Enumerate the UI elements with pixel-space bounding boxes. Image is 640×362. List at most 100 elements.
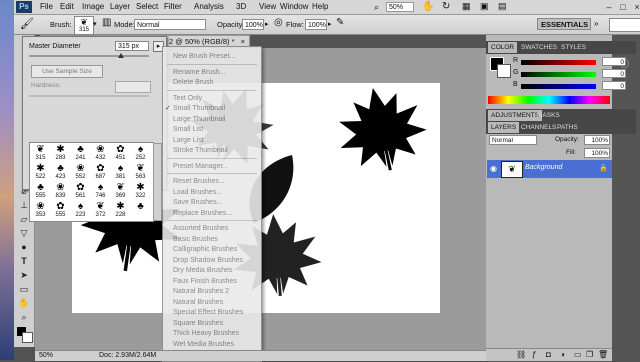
menu-item-natural-brushes-2[interactable]: Natural Brushes 2 (173, 286, 229, 297)
tab-layers[interactable]: LAYERS (488, 122, 520, 133)
zoom-tool-icon[interactable]: ⌕ (374, 2, 379, 13)
brush-preset-thumbnail[interactable]: ✱ 322 (132, 182, 149, 201)
eye-icon[interactable]: ◉ (490, 164, 497, 173)
menu-item-wet-media-brushes[interactable]: Wet Media Brushes (173, 339, 234, 350)
menu-item-rename-brush[interactable]: Rename Brush... (173, 67, 226, 78)
master-diameter-field[interactable]: 315 px (115, 41, 149, 51)
layer-style-icon[interactable]: ƒ (532, 350, 536, 359)
brush-preset-thumbnail[interactable]: ♣ (132, 201, 149, 220)
chevron-right-icon[interactable]: ▸ (328, 20, 332, 28)
link-layers-icon[interactable]: ⛓ (516, 350, 526, 359)
brush-preset-thumbnail[interactable]: ❦ 315 (32, 144, 49, 163)
menu-item-natural-brushes[interactable]: Natural Brushes (173, 297, 223, 308)
workspace-switcher[interactable]: ESSENTIALS (537, 18, 591, 30)
menu-item-small-list[interactable]: Small List (173, 124, 203, 135)
menu-item-thick-heavy-brushes[interactable]: Thick Heavy Brushes (173, 328, 239, 339)
hand-tool-icon[interactable]: ✋ (17, 297, 31, 309)
brush-tool-icon[interactable]: 🖌 (20, 17, 34, 30)
arrange-documents-icon[interactable]: ▦ (462, 1, 471, 12)
menu-item-load-brushes[interactable]: Load Brushes... (173, 187, 222, 198)
layer-row[interactable]: ◉ ❦ Background 🔒 (487, 160, 612, 178)
airbrush-icon[interactable]: ✎ (336, 17, 344, 28)
brush-preset-thumbnail[interactable]: ♣ 241 (72, 144, 89, 163)
zoom-tool-icon[interactable]: ⌕ (17, 311, 31, 323)
brush-preset-thumbnail[interactable]: ❦ 369 (112, 182, 129, 201)
green-slider[interactable] (521, 72, 596, 77)
close-tab-icon[interactable]: × (241, 37, 245, 46)
menu-item-faux-finish-brushes[interactable]: Faux Finish Brushes (173, 276, 237, 287)
menu-edit[interactable]: Edit (60, 0, 74, 14)
tab-color[interactable]: COLOR (488, 42, 518, 53)
chevron-right-icon[interactable]: ▸ (265, 20, 269, 28)
menu-item-square-brushes[interactable]: Square Brushes (173, 318, 223, 329)
brush-grid-scrollbar[interactable] (153, 143, 162, 221)
menu-3d[interactable]: 3D (236, 0, 246, 14)
blue-slider[interactable] (521, 84, 596, 89)
brush-preset-thumbnail[interactable]: ❀ 552 (72, 163, 89, 182)
menu-layer[interactable]: Layer (110, 0, 130, 14)
chevron-down-icon[interactable]: ▾ (93, 20, 97, 28)
menu-image[interactable]: Image (82, 0, 104, 14)
rotate-view-icon[interactable]: ↻ (442, 1, 450, 12)
maximize-button[interactable]: □ (618, 2, 628, 12)
brush-preset-thumbnail[interactable]: ✱ 283 (52, 144, 69, 163)
red-value[interactable]: 0 (602, 57, 626, 66)
menu-help[interactable]: Help (312, 0, 328, 14)
mode-select[interactable]: Normal (134, 19, 206, 30)
tab-swatches[interactable]: SWATCHES (518, 42, 560, 53)
menu-item-basic-brushes[interactable]: Basic Brushes (173, 234, 218, 245)
zoom-level[interactable]: 50% (386, 2, 414, 12)
menu-window[interactable]: Window (280, 0, 308, 14)
menu-item-preset-manager[interactable]: Preset Manager... (173, 161, 228, 172)
brush-preset-thumbnail[interactable]: ♠ 223 (72, 201, 89, 220)
hand-tool-icon[interactable]: ✋ (422, 1, 434, 12)
layer-fill-field[interactable]: 100% (584, 148, 610, 158)
shape-tool-icon[interactable]: ▭ (17, 283, 31, 295)
menu-item-stroke-thumbnail[interactable]: Stroke Thumbnail (173, 145, 228, 156)
menu-file[interactable]: File (40, 0, 53, 14)
brush-panel-icon[interactable]: ▥ (102, 17, 111, 28)
dodge-tool-icon[interactable]: ● (17, 241, 31, 253)
menu-item-special-effect-brushes[interactable]: Special Effect Brushes (173, 307, 243, 318)
brush-preset-thumbnail[interactable]: ✿ 451 (112, 144, 129, 163)
menu-select[interactable]: Select (136, 0, 158, 14)
tablet-pressure-opacity-icon[interactable]: ◎ (274, 17, 283, 28)
brush-preset-thumbnail[interactable]: ♠ 746 (92, 182, 109, 201)
diameter-slider[interactable] (29, 55, 149, 57)
add-mask-icon[interactable]: ◘ (546, 350, 551, 359)
blue-value[interactable]: 0 (602, 81, 626, 90)
paint-bucket-icon[interactable]: ▽ (17, 227, 31, 239)
type-tool-icon[interactable]: T (17, 255, 31, 267)
brush-preset-thumbnail[interactable]: ❦ 563 (132, 163, 149, 182)
use-sample-size-button[interactable]: Use Sample Size (31, 65, 103, 78)
menu-item-replace-brushes[interactable]: Replace Brushes... (173, 208, 232, 219)
menu-view[interactable]: View (259, 0, 276, 14)
new-layer-icon[interactable]: ❐ (586, 350, 593, 359)
menu-filter[interactable]: Filter (164, 0, 182, 14)
menu-item-save-brushes[interactable]: Save Brushes... (173, 197, 222, 208)
menu-item-small-thumbnail[interactable]: Small Thumbnail (173, 103, 225, 114)
red-slider[interactable] (521, 60, 596, 65)
adjustment-layer-icon[interactable]: ◑ (560, 350, 565, 359)
menu-analysis[interactable]: Analysis (194, 0, 224, 14)
tab-styles[interactable]: STYLES (558, 42, 589, 53)
tab-paths[interactable]: PATHS (554, 122, 581, 133)
menu-item-reset-brushes[interactable]: Reset Brushes... (173, 176, 225, 187)
trash-icon[interactable]: 🗑 (598, 350, 608, 359)
diameter-slider-thumb[interactable] (118, 53, 124, 58)
menu-item-delete-brush[interactable]: Delete Brush (173, 77, 213, 88)
brush-preset-thumbnail[interactable]: ♠ 252 (132, 144, 149, 163)
hardness-slider[interactable] (29, 95, 149, 97)
brush-preset-thumbnail[interactable]: ❀ 839 (52, 182, 69, 201)
brush-preset-thumbnail[interactable]: ❦ 372 (92, 201, 109, 220)
brush-preset-thumbnail[interactable]: ✱ 522 (32, 163, 49, 182)
brush-preset-thumbnail[interactable]: ✱ 228 (112, 201, 129, 220)
green-value[interactable]: 0 (602, 69, 626, 78)
brush-preset-thumbnail[interactable]: ✿ 561 (72, 182, 89, 201)
new-group-icon[interactable]: ▭ (574, 350, 582, 359)
brush-preset-thumbnail[interactable]: ✿ 555 (52, 201, 69, 220)
background-swatch[interactable] (497, 64, 511, 78)
hardness-field[interactable] (115, 81, 151, 93)
minimize-button[interactable]: – (604, 2, 614, 12)
blend-mode-select[interactable]: Normal (489, 135, 537, 145)
